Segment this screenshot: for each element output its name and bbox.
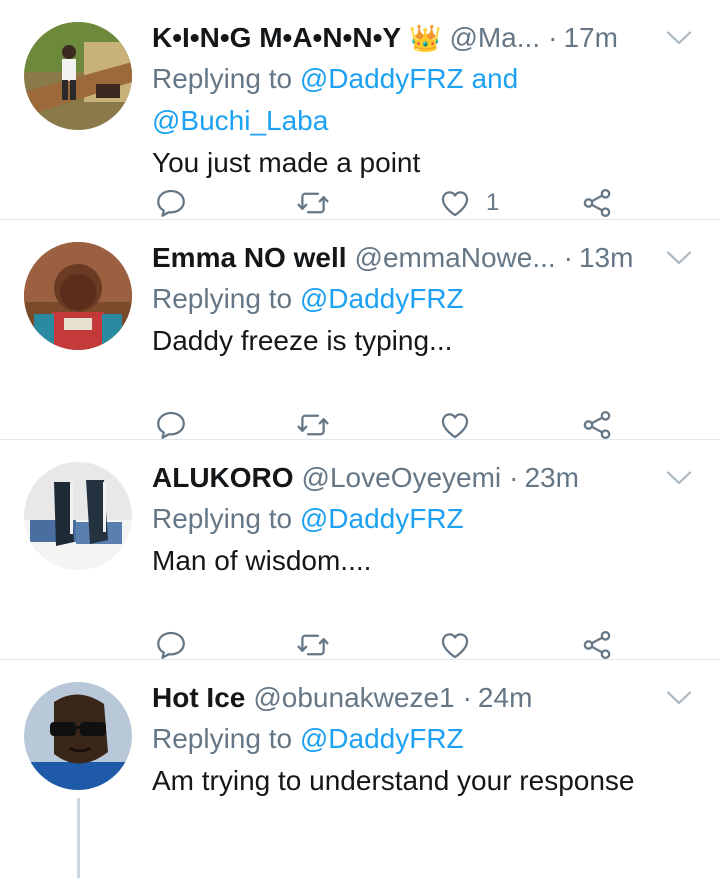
tweet-actions [154,628,624,662]
heart-icon [438,408,472,442]
replying-prefix: Replying to [152,283,300,314]
replying-to: Replying to @DaddyFRZ [152,718,696,760]
mention-link[interactable]: @DaddyFRZ [300,503,464,534]
user-handle[interactable]: @Ma... [449,18,540,58]
reply-icon [154,408,188,442]
display-name[interactable]: Hot Ice [152,678,245,718]
separator-dot: · [563,242,573,273]
reply-icon [154,186,188,220]
mention-link[interactable]: @DaddyFRZ [300,723,464,754]
crown-emoji: 👑 [409,23,442,53]
user-handle[interactable]: @emmaNowe... [355,238,556,278]
avatar[interactable] [24,682,132,790]
timestamp[interactable]: 13m [579,238,633,278]
replying-to: Replying to @DaddyFRZ [152,278,696,320]
chevron-down-icon[interactable] [666,30,692,46]
mention-link[interactable]: @DaddyFRZ [300,283,464,314]
replying-prefix: Replying to [152,723,300,754]
replying-and[interactable]: and [464,63,518,94]
separator-dot: · [509,462,519,493]
avatar[interactable] [24,22,132,130]
timestamp[interactable]: 17m [563,18,617,58]
share-icon [580,408,614,442]
like-button[interactable] [438,408,472,442]
replying-prefix: Replying to [152,503,300,534]
timestamp[interactable]: 23m [524,458,578,498]
user-handle[interactable]: @LoveOyeyemi [302,458,502,498]
avatar-image [24,22,132,130]
tweet-actions: 1 [154,186,624,220]
heart-icon [438,186,472,220]
separator-dot: · [548,22,558,53]
tweet-text: Daddy freeze is typing... [152,325,453,356]
retweet-icon [296,408,330,442]
retweet-icon [296,186,330,220]
thread-line [77,798,80,878]
retweet-button[interactable] [296,186,330,220]
chevron-down-icon[interactable] [666,690,692,706]
share-button[interactable] [580,186,614,220]
like-count: 1 [486,189,500,216]
display-name[interactable]: ALUKORO [152,458,294,498]
tweet-text: Am trying to understand your response [152,765,635,796]
share-icon [580,628,614,662]
reply-button[interactable] [154,186,188,220]
avatar-image [24,242,132,350]
avatar[interactable] [24,242,132,350]
tweet[interactable]: K•I•N•G M•A•N•N•Y 👑 @Ma... · 17m Replyin… [0,0,720,220]
avatar-image [24,682,132,790]
replying-to: Replying to @DaddyFRZ [152,498,696,540]
retweet-icon [296,628,330,662]
heart-icon [438,628,472,662]
user-handle[interactable]: @obunakweze1 [253,678,454,718]
tweet-text: Man of wisdom.... [152,545,372,576]
chevron-down-icon[interactable] [666,470,692,486]
reply-icon [154,628,188,662]
like-button[interactable] [438,628,472,662]
reply-button[interactable] [154,408,188,442]
tweet[interactable]: Hot Ice @obunakweze1 · 24m Replying to @… [0,660,720,878]
tweet[interactable]: ALUKORO @LoveOyeyemi · 23m Replying to @… [0,440,720,660]
reply-button[interactable] [154,628,188,662]
display-name[interactable]: Emma NO well [152,238,347,278]
tweet[interactable]: Emma NO well @emmaNowe... · 13m Replying… [0,220,720,440]
share-icon [580,186,614,220]
display-name[interactable]: K•I•N•G M•A•N•N•Y [152,18,401,58]
avatar[interactable] [24,462,132,570]
share-button[interactable] [580,408,614,442]
replying-prefix: Replying to [152,63,300,94]
tweet-actions [154,408,624,442]
chevron-down-icon[interactable] [666,250,692,266]
replying-to: Replying to @DaddyFRZ and [152,58,696,100]
retweet-button[interactable] [296,408,330,442]
share-button[interactable] [580,628,614,662]
like-button[interactable]: 1 [438,186,499,220]
tweet-text: You just made a point [152,147,421,178]
mention-link[interactable]: @Buchi_Laba [152,105,328,136]
avatar-image [24,462,132,570]
mention-link[interactable]: @DaddyFRZ [300,63,464,94]
separator-dot: · [462,682,472,713]
timestamp[interactable]: 24m [478,678,532,718]
retweet-button[interactable] [296,628,330,662]
